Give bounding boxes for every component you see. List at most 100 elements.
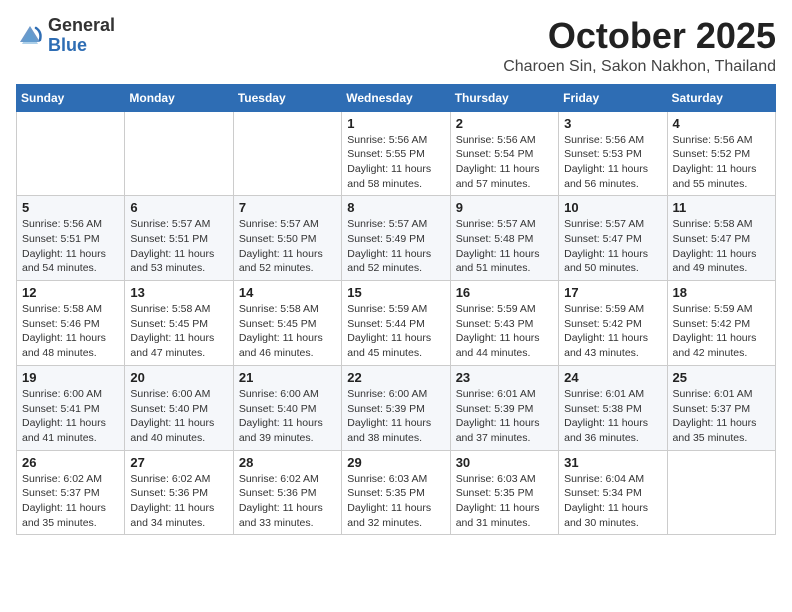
day-number: 6	[130, 200, 227, 215]
weekday-header-cell: Monday	[125, 84, 233, 111]
day-info: Sunrise: 5:57 AM Sunset: 5:47 PM Dayligh…	[564, 217, 661, 276]
day-info: Sunrise: 6:00 AM Sunset: 5:39 PM Dayligh…	[347, 387, 444, 446]
day-number: 4	[673, 116, 770, 131]
day-number: 29	[347, 455, 444, 470]
day-info: Sunrise: 5:58 AM Sunset: 5:47 PM Dayligh…	[673, 217, 770, 276]
calendar-day-cell	[667, 450, 775, 535]
day-number: 12	[22, 285, 119, 300]
day-number: 23	[456, 370, 553, 385]
calendar-day-cell: 4 Sunrise: 5:56 AM Sunset: 5:52 PM Daylig…	[667, 111, 775, 196]
day-number: 7	[239, 200, 336, 215]
day-info: Sunrise: 5:56 AM Sunset: 5:53 PM Dayligh…	[564, 133, 661, 192]
day-info: Sunrise: 5:57 AM Sunset: 5:51 PM Dayligh…	[130, 217, 227, 276]
day-number: 28	[239, 455, 336, 470]
calendar-week-row: 12 Sunrise: 5:58 AM Sunset: 5:46 PM Dayli…	[17, 281, 776, 366]
calendar-day-cell: 16 Sunrise: 5:59 AM Sunset: 5:43 PM Dayli…	[450, 281, 558, 366]
day-number: 10	[564, 200, 661, 215]
day-number: 2	[456, 116, 553, 131]
weekday-header-cell: Thursday	[450, 84, 558, 111]
month-title: October 2025	[503, 16, 776, 56]
calendar-day-cell: 1 Sunrise: 5:56 AM Sunset: 5:55 PM Daylig…	[342, 111, 450, 196]
day-info: Sunrise: 5:59 AM Sunset: 5:42 PM Dayligh…	[673, 302, 770, 361]
calendar-day-cell	[17, 111, 125, 196]
day-number: 31	[564, 455, 661, 470]
day-number: 14	[239, 285, 336, 300]
day-info: Sunrise: 5:59 AM Sunset: 5:44 PM Dayligh…	[347, 302, 444, 361]
day-number: 15	[347, 285, 444, 300]
logo-blue-text: Blue	[48, 35, 87, 55]
calendar-day-cell: 10 Sunrise: 5:57 AM Sunset: 5:47 PM Dayli…	[559, 196, 667, 281]
calendar-day-cell: 27 Sunrise: 6:02 AM Sunset: 5:36 PM Dayli…	[125, 450, 233, 535]
calendar-day-cell	[233, 111, 341, 196]
calendar-day-cell: 24 Sunrise: 6:01 AM Sunset: 5:38 PM Dayli…	[559, 365, 667, 450]
day-info: Sunrise: 5:56 AM Sunset: 5:55 PM Dayligh…	[347, 133, 444, 192]
calendar-day-cell: 31Sunrise: 6:04 AM Sunset: 5:34 PM Dayli…	[559, 450, 667, 535]
calendar-day-cell: 22 Sunrise: 6:00 AM Sunset: 5:39 PM Dayli…	[342, 365, 450, 450]
day-number: 24	[564, 370, 661, 385]
day-number: 16	[456, 285, 553, 300]
calendar-day-cell: 21Sunrise: 6:00 AM Sunset: 5:40 PM Dayli…	[233, 365, 341, 450]
day-info: Sunrise: 5:56 AM Sunset: 5:51 PM Dayligh…	[22, 217, 119, 276]
calendar-day-cell: 20 Sunrise: 6:00 AM Sunset: 5:40 PM Dayli…	[125, 365, 233, 450]
calendar-day-cell: 8 Sunrise: 5:57 AM Sunset: 5:49 PM Daylig…	[342, 196, 450, 281]
weekday-header-cell: Saturday	[667, 84, 775, 111]
day-info: Sunrise: 5:57 AM Sunset: 5:50 PM Dayligh…	[239, 217, 336, 276]
day-info: Sunrise: 6:03 AM Sunset: 5:35 PM Dayligh…	[456, 472, 553, 531]
day-info: Sunrise: 5:57 AM Sunset: 5:49 PM Dayligh…	[347, 217, 444, 276]
day-info: Sunrise: 6:02 AM Sunset: 5:37 PM Dayligh…	[22, 472, 119, 531]
calendar-day-cell: 11Sunrise: 5:58 AM Sunset: 5:47 PM Dayli…	[667, 196, 775, 281]
calendar-day-cell: 9 Sunrise: 5:57 AM Sunset: 5:48 PM Daylig…	[450, 196, 558, 281]
day-number: 8	[347, 200, 444, 215]
calendar-day-cell: 17 Sunrise: 5:59 AM Sunset: 5:42 PM Dayli…	[559, 281, 667, 366]
calendar-day-cell: 2 Sunrise: 5:56 AM Sunset: 5:54 PM Daylig…	[450, 111, 558, 196]
day-number: 13	[130, 285, 227, 300]
logo: General Blue	[16, 16, 115, 56]
day-number: 1	[347, 116, 444, 131]
calendar-day-cell: 6 Sunrise: 5:57 AM Sunset: 5:51 PM Daylig…	[125, 196, 233, 281]
day-info: Sunrise: 5:59 AM Sunset: 5:43 PM Dayligh…	[456, 302, 553, 361]
day-number: 17	[564, 285, 661, 300]
calendar-day-cell: 30Sunrise: 6:03 AM Sunset: 5:35 PM Dayli…	[450, 450, 558, 535]
day-number: 22	[347, 370, 444, 385]
day-info: Sunrise: 6:00 AM Sunset: 5:40 PM Dayligh…	[239, 387, 336, 446]
day-number: 27	[130, 455, 227, 470]
day-number: 25	[673, 370, 770, 385]
logo-icon	[16, 22, 44, 50]
day-info: Sunrise: 6:01 AM Sunset: 5:37 PM Dayligh…	[673, 387, 770, 446]
calendar-week-row: 19Sunrise: 6:00 AM Sunset: 5:41 PM Dayli…	[17, 365, 776, 450]
calendar-week-row: 26 Sunrise: 6:02 AM Sunset: 5:37 PM Dayli…	[17, 450, 776, 535]
weekday-header-cell: Wednesday	[342, 84, 450, 111]
calendar-day-cell	[125, 111, 233, 196]
calendar-day-cell: 23Sunrise: 6:01 AM Sunset: 5:39 PM Dayli…	[450, 365, 558, 450]
logo-general-text: General	[48, 15, 115, 35]
title-area: October 2025 Charoen Sin, Sakon Nakhon, …	[503, 16, 776, 76]
calendar-day-cell: 3Sunrise: 5:56 AM Sunset: 5:53 PM Daylig…	[559, 111, 667, 196]
calendar-day-cell: 18 Sunrise: 5:59 AM Sunset: 5:42 PM Dayli…	[667, 281, 775, 366]
day-number: 26	[22, 455, 119, 470]
day-info: Sunrise: 6:00 AM Sunset: 5:40 PM Dayligh…	[130, 387, 227, 446]
day-number: 20	[130, 370, 227, 385]
calendar-day-cell: 15 Sunrise: 5:59 AM Sunset: 5:44 PM Dayli…	[342, 281, 450, 366]
calendar-week-row: 5Sunrise: 5:56 AM Sunset: 5:51 PM Daylig…	[17, 196, 776, 281]
calendar-body: 1 Sunrise: 5:56 AM Sunset: 5:55 PM Daylig…	[17, 111, 776, 535]
calendar-day-cell: 13Sunrise: 5:58 AM Sunset: 5:45 PM Dayli…	[125, 281, 233, 366]
calendar-day-cell: 25 Sunrise: 6:01 AM Sunset: 5:37 PM Dayli…	[667, 365, 775, 450]
day-info: Sunrise: 6:01 AM Sunset: 5:38 PM Dayligh…	[564, 387, 661, 446]
calendar-day-cell: 29 Sunrise: 6:03 AM Sunset: 5:35 PM Dayli…	[342, 450, 450, 535]
day-info: Sunrise: 5:58 AM Sunset: 5:46 PM Dayligh…	[22, 302, 119, 361]
calendar-day-cell: 12 Sunrise: 5:58 AM Sunset: 5:46 PM Dayli…	[17, 281, 125, 366]
day-info: Sunrise: 6:02 AM Sunset: 5:36 PM Dayligh…	[130, 472, 227, 531]
day-info: Sunrise: 6:03 AM Sunset: 5:35 PM Dayligh…	[347, 472, 444, 531]
weekday-header-cell: Friday	[559, 84, 667, 111]
day-info: Sunrise: 5:56 AM Sunset: 5:54 PM Dayligh…	[456, 133, 553, 192]
calendar-table: SundayMondayTuesdayWednesdayThursdayFrid…	[16, 84, 776, 536]
day-number: 18	[673, 285, 770, 300]
day-number: 9	[456, 200, 553, 215]
day-info: Sunrise: 5:59 AM Sunset: 5:42 PM Dayligh…	[564, 302, 661, 361]
day-info: Sunrise: 5:56 AM Sunset: 5:52 PM Dayligh…	[673, 133, 770, 192]
calendar-day-cell: 26 Sunrise: 6:02 AM Sunset: 5:37 PM Dayli…	[17, 450, 125, 535]
day-info: Sunrise: 6:00 AM Sunset: 5:41 PM Dayligh…	[22, 387, 119, 446]
calendar-day-cell: 28Sunrise: 6:02 AM Sunset: 5:36 PM Dayli…	[233, 450, 341, 535]
day-info: Sunrise: 5:57 AM Sunset: 5:48 PM Dayligh…	[456, 217, 553, 276]
weekday-header-row: SundayMondayTuesdayWednesdayThursdayFrid…	[17, 84, 776, 111]
